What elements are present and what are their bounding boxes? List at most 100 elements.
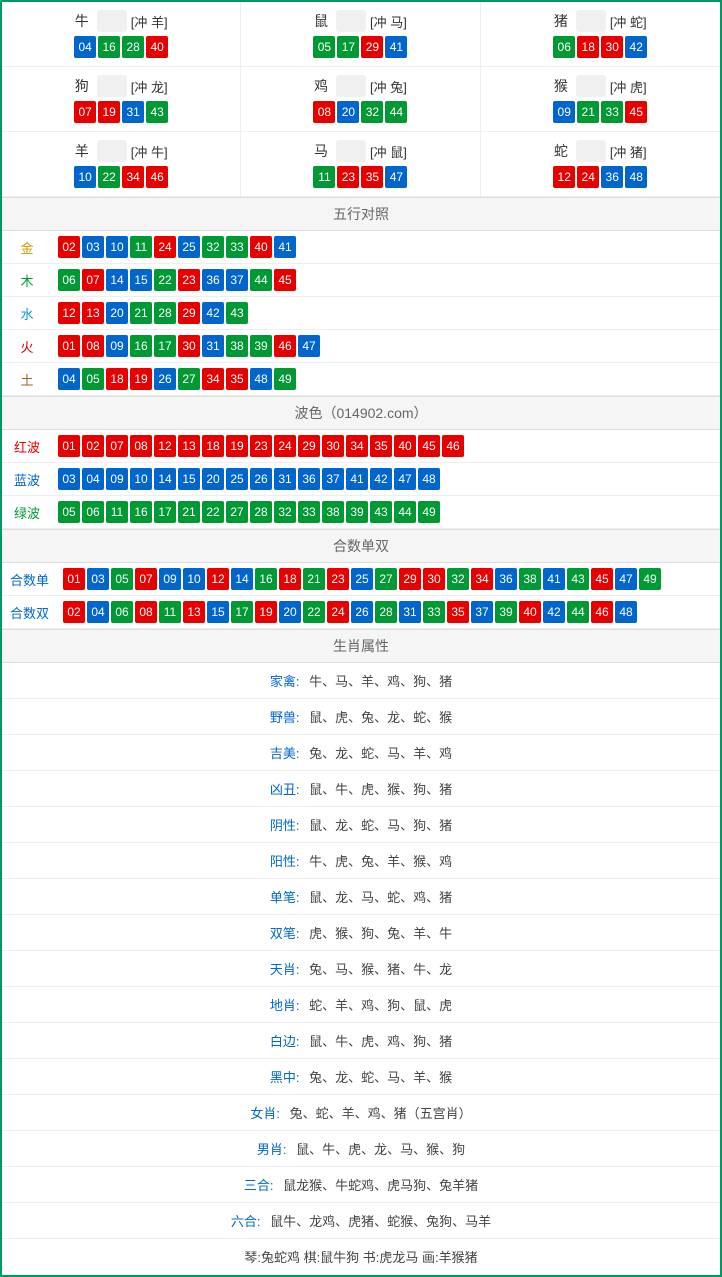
- attr-label: 单笔:: [270, 890, 300, 905]
- row-label: 水: [2, 304, 52, 323]
- number-ball: 41: [385, 36, 407, 58]
- number-ball: 48: [625, 166, 647, 188]
- number-ball: 25: [351, 568, 373, 590]
- zodiac-nums: 04162840: [2, 36, 240, 58]
- number-ball: 34: [122, 166, 144, 188]
- number-ball: 25: [226, 468, 248, 490]
- row-nums: 03040910141520252631363741424748: [52, 464, 446, 494]
- number-ball: 31: [202, 335, 224, 357]
- attr-row: 单笔: 鼠、龙、马、蛇、鸡、猪: [2, 879, 720, 915]
- zodiac-name: 猪: [554, 11, 568, 31]
- zodiac-icon: [576, 140, 606, 162]
- zodiac-nums: 11233547: [241, 166, 479, 188]
- attr-label: 野兽:: [270, 710, 300, 725]
- wuxing-header: 五行对照: [2, 197, 720, 231]
- number-ball: 36: [298, 468, 320, 490]
- footer-row: 琴:兔蛇鸡 棋:鼠牛狗 书:虎龙马 画:羊猴猪: [2, 1239, 720, 1275]
- attr-row: 家禽: 牛、马、羊、鸡、狗、猪: [2, 663, 720, 699]
- zodiac-name: 蛇: [554, 141, 568, 161]
- zodiac-name: 猴: [554, 76, 568, 96]
- footer-text: 琴:兔蛇鸡 棋:鼠牛狗 书:虎龙马 画:羊猴猪: [244, 1250, 477, 1265]
- number-ball: 04: [58, 368, 80, 390]
- attr-value: 兔、马、猴、猪、牛、龙: [309, 962, 452, 977]
- number-ball: 24: [577, 166, 599, 188]
- zodiac-cell: 牛 [冲 羊] 04162840: [2, 2, 241, 67]
- row-label: 合数双: [2, 603, 57, 622]
- number-ball: 28: [250, 501, 272, 523]
- number-ball: 38: [519, 568, 541, 590]
- zodiac-cell: 鼠 [冲 马] 05172941: [241, 2, 480, 67]
- zodiac-conflict: [冲 龙]: [131, 77, 168, 96]
- number-ball: 49: [639, 568, 661, 590]
- zodiac-nums: 06183042: [481, 36, 720, 58]
- number-ball: 21: [577, 101, 599, 123]
- attr-label: 家禽:: [270, 674, 300, 689]
- number-ball: 20: [279, 601, 301, 623]
- zodiac-cell: 蛇 [冲 猪] 12243648: [481, 132, 720, 197]
- number-ball: 13: [178, 435, 200, 457]
- number-ball: 10: [106, 236, 128, 258]
- number-ball: 10: [130, 468, 152, 490]
- zodiac-cell: 狗 [冲 龙] 07193143: [2, 67, 241, 132]
- zodiac-nums: 05172941: [241, 36, 479, 58]
- number-ball: 42: [370, 468, 392, 490]
- number-ball: 05: [58, 501, 80, 523]
- number-ball: 18: [106, 368, 128, 390]
- row-nums: 0108091617303138394647: [52, 331, 326, 361]
- number-ball: 18: [279, 568, 301, 590]
- number-ball: 23: [327, 568, 349, 590]
- number-ball: 44: [250, 269, 272, 291]
- table-row: 土 04051819262734354849: [2, 363, 720, 396]
- number-ball: 47: [385, 166, 407, 188]
- attr-row: 黑中: 兔、龙、蛇、马、羊、猴: [2, 1059, 720, 1095]
- zodiac-head: 蛇 [冲 猪]: [481, 140, 720, 162]
- row-label: 金: [2, 238, 52, 257]
- number-ball: 46: [442, 435, 464, 457]
- number-ball: 37: [471, 601, 493, 623]
- zodiac-icon: [336, 75, 366, 97]
- number-ball: 43: [370, 501, 392, 523]
- attr-value: 鼠、龙、蛇、马、狗、猪: [309, 818, 452, 833]
- number-ball: 44: [385, 101, 407, 123]
- number-ball: 36: [495, 568, 517, 590]
- zodiac-head: 狗 [冲 龙]: [2, 75, 240, 97]
- number-ball: 35: [361, 166, 383, 188]
- number-ball: 37: [226, 269, 248, 291]
- number-ball: 31: [122, 101, 144, 123]
- heshu-header: 合数单双: [2, 529, 720, 563]
- number-ball: 08: [135, 601, 157, 623]
- number-ball: 20: [106, 302, 128, 324]
- number-ball: 05: [111, 568, 133, 590]
- number-ball: 01: [63, 568, 85, 590]
- zodiac-name: 鼠: [314, 11, 328, 31]
- number-ball: 39: [346, 501, 368, 523]
- table-row: 水 1213202128294243: [2, 297, 720, 330]
- number-ball: 09: [106, 335, 128, 357]
- number-ball: 24: [274, 435, 296, 457]
- zodiac-conflict: [冲 牛]: [131, 142, 168, 161]
- row-label: 合数单: [2, 570, 57, 589]
- attr-value: 鼠、虎、兔、龙、蛇、猴: [309, 710, 452, 725]
- number-ball: 16: [130, 501, 152, 523]
- zodiac-conflict: [冲 虎]: [610, 77, 647, 96]
- number-ball: 29: [178, 302, 200, 324]
- number-ball: 03: [82, 236, 104, 258]
- number-ball: 44: [567, 601, 589, 623]
- attr-value: 鼠、牛、虎、龙、马、猴、狗: [296, 1142, 465, 1157]
- row-label: 土: [2, 370, 52, 389]
- bose-header: 波色（014902.com）: [2, 396, 720, 430]
- number-ball: 02: [58, 236, 80, 258]
- row-nums: 02031011242532334041: [52, 232, 302, 262]
- zodiac-cell: 马 [冲 鼠] 11233547: [241, 132, 480, 197]
- attr-value: 兔、龙、蛇、马、羊、鸡: [309, 746, 452, 761]
- zodiac-head: 鼠 [冲 马]: [241, 10, 479, 32]
- zodiac-nums: 08203244: [241, 101, 479, 123]
- attr-label: 白边:: [270, 1034, 300, 1049]
- row-label: 木: [2, 271, 52, 290]
- number-ball: 12: [207, 568, 229, 590]
- number-ball: 01: [58, 435, 80, 457]
- number-ball: 30: [601, 36, 623, 58]
- zodiac-conflict: [冲 马]: [370, 12, 407, 31]
- zodiac-icon: [576, 75, 606, 97]
- zodiac-head: 羊 [冲 牛]: [2, 140, 240, 162]
